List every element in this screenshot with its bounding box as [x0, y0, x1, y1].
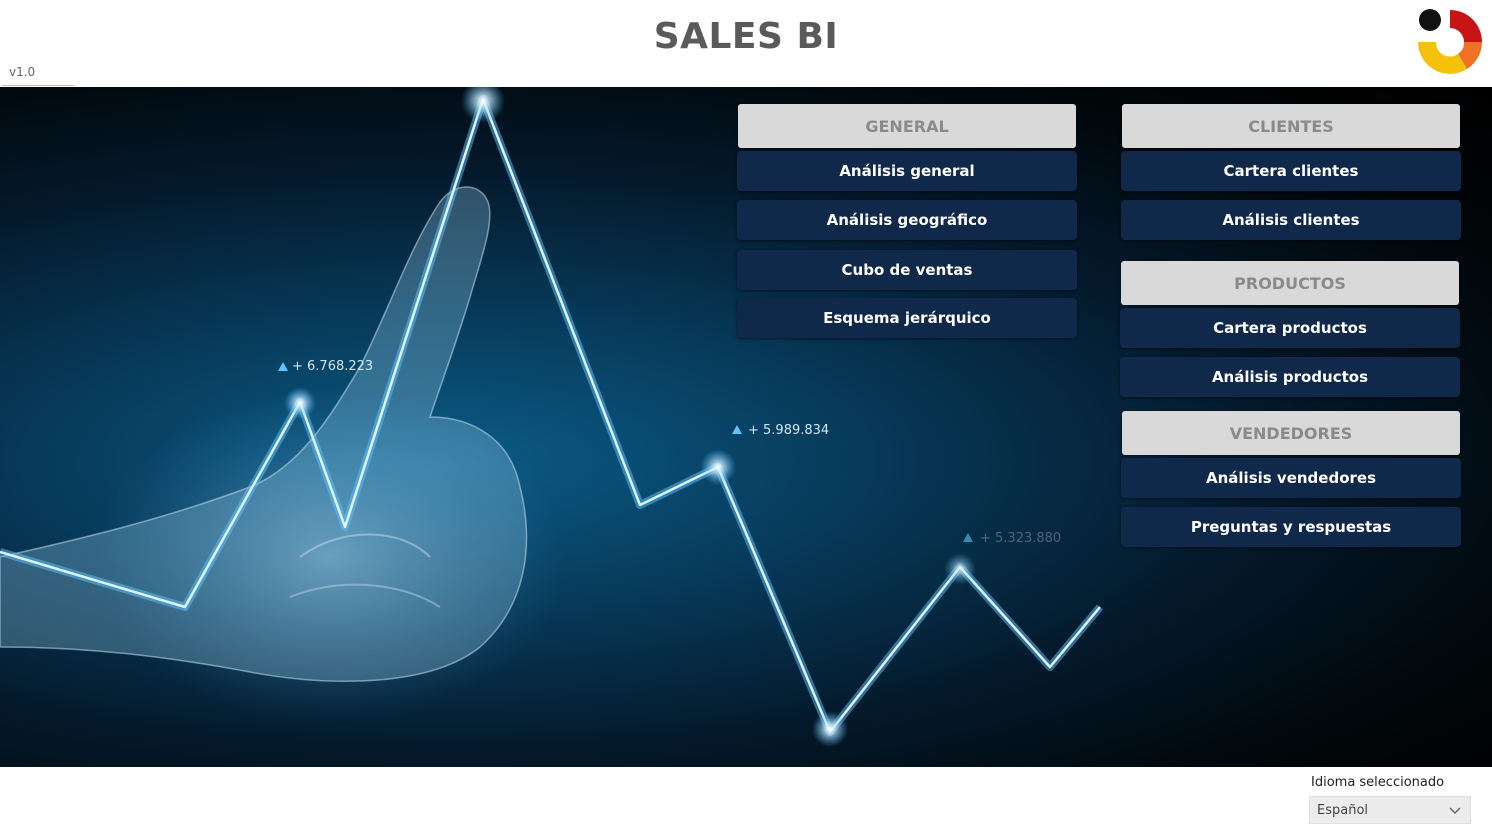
company-logo-icon [1418, 9, 1482, 74]
nav-button-analisis-clientes[interactable]: Análisis clientes [1121, 200, 1461, 240]
section-header-general: GENERAL [738, 104, 1076, 148]
header: SALES BI v1.0 [0, 0, 1492, 87]
app-page: SALES BI v1.0 + 6.768.223 + 5.989.834 + … [0, 0, 1492, 834]
language-dropdown[interactable]: Español [1309, 796, 1471, 824]
app-title: SALES BI [653, 16, 839, 57]
nav-button-analisis-general[interactable]: Análisis general [737, 151, 1077, 191]
nav-button-analisis-geografico[interactable]: Análisis geográfico [737, 200, 1077, 240]
annotation-label: + 6.768.223 [292, 359, 373, 374]
nav-button-analisis-vendedores[interactable]: Análisis vendedores [1121, 458, 1461, 498]
version-underline [2, 85, 74, 86]
section-header-clientes: CLIENTES [1122, 104, 1460, 148]
language-label: Idioma seleccionado [1311, 775, 1445, 790]
nav-button-cartera-productos[interactable]: Cartera productos [1120, 308, 1460, 348]
annotation-label: + 5.323.880 [980, 531, 1061, 546]
nav-button-esquema-jerarquico[interactable]: Esquema jerárquico [737, 298, 1077, 338]
language-value: Español [1317, 803, 1369, 818]
nav-button-cartera-clientes[interactable]: Cartera clientes [1121, 151, 1461, 191]
nav-button-cubo-de-ventas[interactable]: Cubo de ventas [737, 250, 1077, 290]
chevron-down-icon [1449, 807, 1461, 814]
annotation-label: + 5.989.834 [748, 423, 829, 438]
version-label: v1.0 [9, 65, 36, 79]
section-header-vendedores: VENDEDORES [1122, 411, 1460, 455]
nav-button-preguntas-y-respuestas[interactable]: Preguntas y respuestas [1121, 507, 1461, 547]
nav-button-analisis-productos[interactable]: Análisis productos [1120, 357, 1460, 397]
section-header-productos: PRODUCTOS [1121, 261, 1459, 305]
